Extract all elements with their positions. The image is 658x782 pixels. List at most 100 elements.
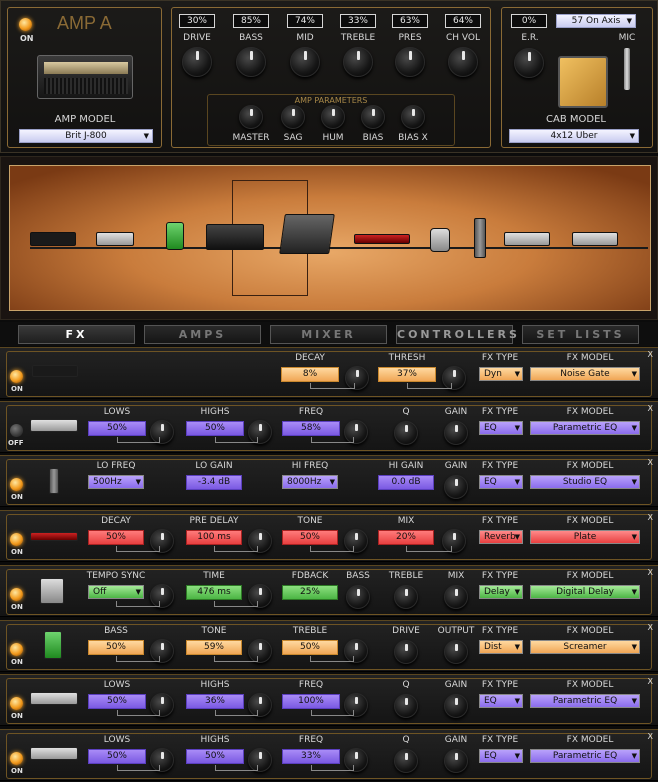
fx-param-value[interactable]: 100 ms	[186, 530, 242, 545]
fx-type-dropdown[interactable]: EQ	[479, 475, 523, 489]
fx-param-dropdown[interactable]: Off	[88, 585, 144, 599]
fx-close-button[interactable]: X	[648, 568, 653, 577]
fx-param-value[interactable]: 0.0 dB	[378, 475, 434, 490]
fx-power-button[interactable]	[10, 533, 23, 546]
fx-param-knob[interactable]	[394, 421, 418, 445]
er-knob[interactable]	[514, 48, 544, 78]
cab-model-dropdown[interactable]: 4x12 Uber	[509, 129, 639, 143]
fx-close-button[interactable]: X	[648, 732, 653, 741]
fx-type-dropdown[interactable]: EQ	[479, 694, 523, 708]
fx-close-button[interactable]: X	[648, 677, 653, 686]
fx-close-button[interactable]: X	[648, 513, 653, 522]
fx-param-knob[interactable]	[444, 749, 468, 773]
fx-param-value[interactable]: 50%	[88, 749, 146, 764]
fx-close-button[interactable]: X	[648, 458, 653, 467]
fx-param-value[interactable]: 50%	[88, 694, 146, 709]
fx-type-dropdown[interactable]: Reverb	[479, 530, 523, 544]
fx-model-dropdown[interactable]: Digital Delay	[530, 585, 640, 599]
fx-param-value[interactable]: 50%	[186, 421, 244, 436]
fx-close-button[interactable]: X	[648, 404, 653, 413]
tab-fx[interactable]: FX	[18, 325, 135, 344]
fx-param-knob[interactable]	[444, 475, 468, 499]
fx-type-dropdown[interactable]: Dist	[479, 640, 523, 654]
tab-controllers[interactable]: CONTROLLERS	[396, 325, 517, 344]
amp-param-knob[interactable]	[239, 105, 263, 129]
fx-type-dropdown[interactable]: Dyn	[479, 367, 523, 381]
fx-param-value[interactable]: 37%	[378, 367, 436, 382]
amp-knob[interactable]	[290, 47, 320, 77]
fx-param-knob[interactable]	[394, 694, 418, 718]
fx-param-value[interactable]: 25%	[282, 585, 338, 600]
fx-param-knob[interactable]	[444, 585, 468, 609]
fx-model-dropdown[interactable]: Plate	[530, 530, 640, 544]
fx-power-button[interactable]	[10, 697, 23, 710]
tab-set-lists[interactable]: SET LISTS	[522, 325, 639, 344]
tab-amps[interactable]: AMPS	[144, 325, 261, 344]
fx-close-button[interactable]: X	[648, 623, 653, 632]
amp-param-knob[interactable]	[361, 105, 385, 129]
chain-param-eq-2[interactable]	[504, 232, 550, 246]
fx-param-value[interactable]: 50%	[282, 640, 338, 655]
chain-digital-delay[interactable]	[430, 228, 450, 252]
amp-knob[interactable]	[395, 47, 425, 77]
fx-param-knob[interactable]	[444, 694, 468, 718]
amp-knob[interactable]	[343, 47, 373, 77]
fx-param-dropdown[interactable]: 8000Hz	[282, 475, 338, 489]
fx-param-knob[interactable]	[346, 585, 370, 609]
fx-param-value[interactable]: -3.4 dB	[186, 475, 242, 490]
fx-param-knob[interactable]	[394, 640, 418, 664]
fx-power-button[interactable]	[10, 424, 23, 437]
fx-param-value[interactable]: 33%	[282, 749, 340, 764]
tab-mixer[interactable]: MIXER	[270, 325, 387, 344]
fx-close-button[interactable]: X	[648, 350, 653, 359]
fx-param-value[interactable]: 20%	[378, 530, 434, 545]
amp-knob[interactable]	[182, 47, 212, 77]
fx-param-knob[interactable]	[394, 749, 418, 773]
amp-model-dropdown[interactable]: Brit J-800	[19, 129, 153, 143]
chain-param-eq-3[interactable]	[572, 232, 618, 246]
amp-knob[interactable]	[448, 47, 478, 77]
fx-param-value[interactable]: 50%	[88, 640, 144, 655]
amp-param-knob[interactable]	[281, 105, 305, 129]
fx-param-value[interactable]: 36%	[186, 694, 244, 709]
chain-screamer[interactable]	[166, 222, 184, 250]
chain-mixer[interactable]	[279, 214, 335, 254]
fx-model-dropdown[interactable]: Parametric EQ	[530, 421, 640, 435]
chain-amp[interactable]	[206, 224, 264, 250]
fx-power-button[interactable]	[10, 752, 23, 765]
fx-model-dropdown[interactable]: Studio EQ	[530, 475, 640, 489]
fx-model-dropdown[interactable]: Parametric EQ	[530, 694, 640, 708]
fx-param-value[interactable]: 58%	[282, 421, 340, 436]
fx-param-knob[interactable]	[444, 421, 468, 445]
fx-model-dropdown[interactable]: Parametric EQ	[530, 749, 640, 763]
fx-param-value[interactable]: 50%	[282, 530, 338, 545]
fx-param-dropdown[interactable]: 500Hz	[88, 475, 144, 489]
fx-model-dropdown[interactable]: Screamer	[530, 640, 640, 654]
mic-dropdown[interactable]: 57 On Axis	[556, 14, 636, 28]
chain-studio-eq[interactable]	[474, 218, 486, 258]
fx-param-value[interactable]: 476 ms	[186, 585, 242, 600]
fx-param-value[interactable]: 50%	[88, 530, 144, 545]
fx-param-knob[interactable]	[444, 640, 468, 664]
fx-power-button[interactable]	[10, 643, 23, 656]
amp-power-button[interactable]	[19, 18, 32, 31]
fx-power-button[interactable]	[10, 478, 23, 491]
chain-plate-reverb[interactable]	[354, 234, 410, 244]
chain-param-eq[interactable]	[96, 232, 134, 246]
fx-param-value[interactable]: 8%	[281, 367, 339, 382]
fx-param-value[interactable]: 59%	[186, 640, 242, 655]
fx-type-dropdown[interactable]: Delay	[479, 585, 523, 599]
fx-power-button[interactable]	[10, 370, 23, 383]
fx-param-knob[interactable]	[394, 585, 418, 609]
amp-param-knob[interactable]	[321, 105, 345, 129]
fx-param-value[interactable]: 100%	[282, 694, 340, 709]
fx-power-button[interactable]	[10, 588, 23, 601]
fx-type-dropdown[interactable]: EQ	[479, 749, 523, 763]
fx-type-dropdown[interactable]: EQ	[479, 421, 523, 435]
fx-param-value[interactable]: 50%	[186, 749, 244, 764]
fx-param-value[interactable]: 50%	[88, 421, 146, 436]
amp-knob[interactable]	[236, 47, 266, 77]
amp-param-knob[interactable]	[401, 105, 425, 129]
fx-model-dropdown[interactable]: Noise Gate	[530, 367, 640, 381]
chain-noise-gate[interactable]	[30, 232, 76, 246]
